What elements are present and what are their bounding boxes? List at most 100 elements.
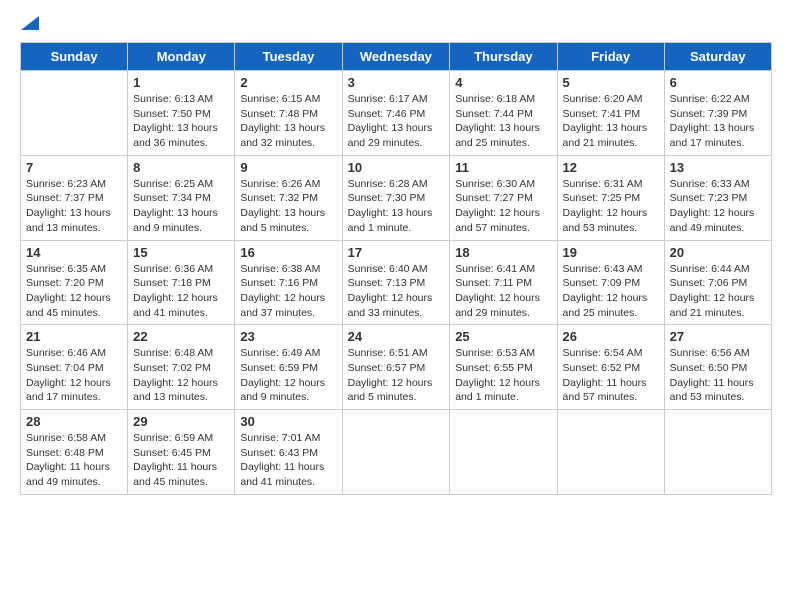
day-number: 18 [455,245,551,260]
calendar-cell: 22 Sunrise: 6:48 AM Sunset: 7:02 PM Dayli… [128,325,235,410]
calendar-cell [557,410,664,495]
calendar-cell: 3Sunrise: 6:17 AM Sunset: 7:46 PM Daylig… [342,71,450,156]
page-header [20,20,772,26]
calendar-cell: 13 Sunrise: 6:33 AM Sunset: 7:23 PM Dayli… [664,155,771,240]
calendar-cell [450,410,557,495]
day-number: 7 [26,160,122,175]
day-info: Sunrise: 6:36 AM Sunset: 7:18 PM Dayligh… [133,262,229,321]
calendar-cell: 6 Sunrise: 6:22 AM Sunset: 7:39 PM Daylig… [664,71,771,156]
day-number: 20 [670,245,766,260]
day-info: Sunrise: 6:59 AM Sunset: 6:45 PM Dayligh… [133,431,229,490]
day-number: 11 [455,160,551,175]
calendar-cell: 20 Sunrise: 6:44 AM Sunset: 7:06 PM Dayli… [664,240,771,325]
day-number: 19 [563,245,659,260]
day-number: 13 [670,160,766,175]
calendar-week-row: 28 Sunrise: 6:58 AM Sunset: 6:48 PM Dayli… [21,410,772,495]
calendar-header-wednesday: Wednesday [342,43,450,71]
day-number: 12 [563,160,659,175]
calendar-header-sunday: Sunday [21,43,128,71]
day-number: 15 [133,245,229,260]
day-info: Sunrise: 6:22 AM Sunset: 7:39 PM Dayligh… [670,92,766,151]
calendar-week-row: 7 Sunrise: 6:23 AM Sunset: 7:37 PM Daylig… [21,155,772,240]
calendar-cell: 5 Sunrise: 6:20 AM Sunset: 7:41 PM Daylig… [557,71,664,156]
day-number: 16 [240,245,336,260]
day-number: 24 [348,329,445,344]
calendar-cell [664,410,771,495]
calendar-cell: 25Sunrise: 6:53 AM Sunset: 6:55 PM Dayli… [450,325,557,410]
calendar-cell: 18 Sunrise: 6:41 AM Sunset: 7:11 PM Dayli… [450,240,557,325]
day-info: Sunrise: 6:46 AM Sunset: 7:04 PM Dayligh… [26,346,122,405]
calendar-header-saturday: Saturday [664,43,771,71]
day-info: Sunrise: 6:18 AM Sunset: 7:44 PM Dayligh… [455,92,551,151]
day-info: Sunrise: 6:13 AM Sunset: 7:50 PM Dayligh… [133,92,229,151]
calendar-cell: 12 Sunrise: 6:31 AM Sunset: 7:25 PM Dayli… [557,155,664,240]
day-number: 30 [240,414,336,429]
day-info: Sunrise: 7:01 AM Sunset: 6:43 PM Dayligh… [240,431,336,490]
calendar-cell: 24 Sunrise: 6:51 AM Sunset: 6:57 PM Dayli… [342,325,450,410]
day-number: 21 [26,329,122,344]
calendar-cell: 28 Sunrise: 6:58 AM Sunset: 6:48 PM Dayli… [21,410,128,495]
day-info: Sunrise: 6:25 AM Sunset: 7:34 PM Dayligh… [133,177,229,236]
calendar-cell: 2Sunrise: 6:15 AM Sunset: 7:48 PM Daylig… [235,71,342,156]
day-number: 6 [670,75,766,90]
day-info: Sunrise: 6:44 AM Sunset: 7:06 PM Dayligh… [670,262,766,321]
calendar-week-row: 21 Sunrise: 6:46 AM Sunset: 7:04 PM Dayli… [21,325,772,410]
calendar-cell: 27 Sunrise: 6:56 AM Sunset: 6:50 PM Dayli… [664,325,771,410]
calendar-cell: 23 Sunrise: 6:49 AM Sunset: 6:59 PM Dayli… [235,325,342,410]
day-number: 29 [133,414,229,429]
calendar-cell: 8 Sunrise: 6:25 AM Sunset: 7:34 PM Daylig… [128,155,235,240]
day-number: 25 [455,329,551,344]
day-info: Sunrise: 6:56 AM Sunset: 6:50 PM Dayligh… [670,346,766,405]
calendar-cell [21,71,128,156]
day-info: Sunrise: 6:54 AM Sunset: 6:52 PM Dayligh… [563,346,659,405]
logo [20,20,39,26]
day-number: 9 [240,160,336,175]
day-info: Sunrise: 6:33 AM Sunset: 7:23 PM Dayligh… [670,177,766,236]
day-info: Sunrise: 6:31 AM Sunset: 7:25 PM Dayligh… [563,177,659,236]
calendar-table: SundayMondayTuesdayWednesdayThursdayFrid… [20,42,772,495]
day-info: Sunrise: 6:48 AM Sunset: 7:02 PM Dayligh… [133,346,229,405]
day-number: 28 [26,414,122,429]
day-number: 27 [670,329,766,344]
calendar-header-row: SundayMondayTuesdayWednesdayThursdayFrid… [21,43,772,71]
calendar-cell: 7 Sunrise: 6:23 AM Sunset: 7:37 PM Daylig… [21,155,128,240]
day-number: 26 [563,329,659,344]
calendar-cell: 16Sunrise: 6:38 AM Sunset: 7:16 PM Dayli… [235,240,342,325]
day-info: Sunrise: 6:23 AM Sunset: 7:37 PM Dayligh… [26,177,122,236]
day-number: 4 [455,75,551,90]
calendar-cell: 15 Sunrise: 6:36 AM Sunset: 7:18 PM Dayli… [128,240,235,325]
calendar-cell: 19 Sunrise: 6:43 AM Sunset: 7:09 PM Dayli… [557,240,664,325]
calendar-header-monday: Monday [128,43,235,71]
day-number: 8 [133,160,229,175]
calendar-cell: 26 Sunrise: 6:54 AM Sunset: 6:52 PM Dayli… [557,325,664,410]
day-number: 10 [348,160,445,175]
calendar-week-row: 14Sunrise: 6:35 AM Sunset: 7:20 PM Dayli… [21,240,772,325]
day-number: 22 [133,329,229,344]
day-info: Sunrise: 6:28 AM Sunset: 7:30 PM Dayligh… [348,177,445,236]
calendar-cell: 10 Sunrise: 6:28 AM Sunset: 7:30 PM Dayli… [342,155,450,240]
calendar-cell: 4 Sunrise: 6:18 AM Sunset: 7:44 PM Daylig… [450,71,557,156]
day-info: Sunrise: 6:43 AM Sunset: 7:09 PM Dayligh… [563,262,659,321]
calendar-cell: 11 Sunrise: 6:30 AM Sunset: 7:27 PM Dayli… [450,155,557,240]
calendar-cell [342,410,450,495]
calendar-cell: 29 Sunrise: 6:59 AM Sunset: 6:45 PM Dayli… [128,410,235,495]
day-info: Sunrise: 6:30 AM Sunset: 7:27 PM Dayligh… [455,177,551,236]
day-number: 23 [240,329,336,344]
calendar-header-tuesday: Tuesday [235,43,342,71]
day-info: Sunrise: 6:58 AM Sunset: 6:48 PM Dayligh… [26,431,122,490]
day-info: Sunrise: 6:20 AM Sunset: 7:41 PM Dayligh… [563,92,659,151]
calendar-cell: 9 Sunrise: 6:26 AM Sunset: 7:32 PM Daylig… [235,155,342,240]
calendar-cell: 21 Sunrise: 6:46 AM Sunset: 7:04 PM Dayli… [21,325,128,410]
logo-icon [21,16,39,30]
calendar-header-friday: Friday [557,43,664,71]
day-info: Sunrise: 6:26 AM Sunset: 7:32 PM Dayligh… [240,177,336,236]
day-number: 2 [240,75,336,90]
day-info: Sunrise: 6:40 AM Sunset: 7:13 PM Dayligh… [348,262,445,321]
day-info: Sunrise: 6:41 AM Sunset: 7:11 PM Dayligh… [455,262,551,321]
day-info: Sunrise: 6:51 AM Sunset: 6:57 PM Dayligh… [348,346,445,405]
day-number: 5 [563,75,659,90]
calendar-header-thursday: Thursday [450,43,557,71]
calendar-cell: 17Sunrise: 6:40 AM Sunset: 7:13 PM Dayli… [342,240,450,325]
day-number: 1 [133,75,229,90]
day-info: Sunrise: 6:49 AM Sunset: 6:59 PM Dayligh… [240,346,336,405]
